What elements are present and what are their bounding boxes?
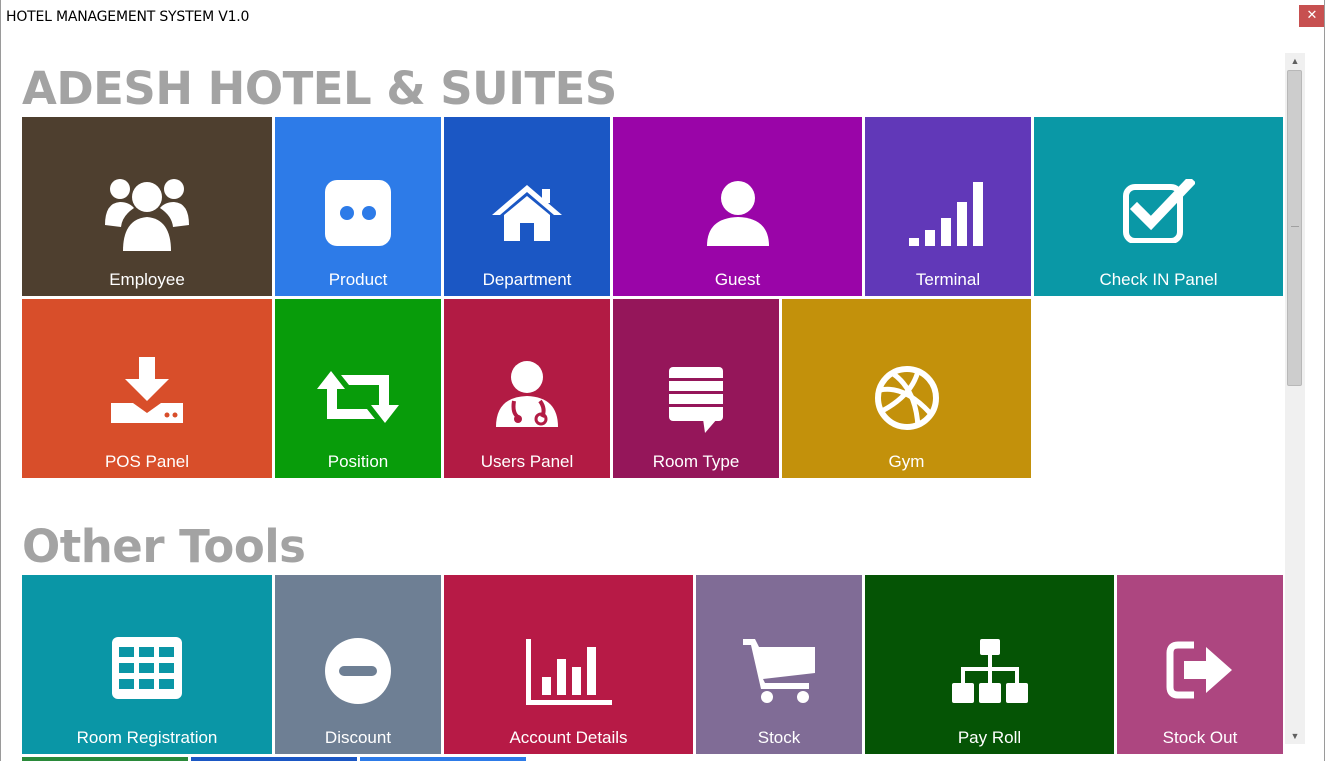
scroll-up-arrow-icon[interactable]: ▲ [1285, 53, 1305, 69]
tile-room-type-label: Room Type [652, 452, 740, 471]
signal-bars-icon [909, 182, 983, 246]
tile-room-registration[interactable]: Room Registration [22, 575, 272, 754]
tile-discount[interactable]: Discount [275, 575, 441, 754]
users-icon [105, 179, 189, 251]
tile-pos[interactable]: POS Panel [22, 299, 272, 478]
scroll-thumb[interactable] [1287, 70, 1302, 386]
tile-account-details[interactable]: Account Details [444, 575, 693, 754]
close-button[interactable]: ✕ [1299, 5, 1325, 27]
home-icon [492, 185, 562, 241]
doctor-icon [496, 361, 558, 427]
tile-room-type[interactable]: Room Type [613, 299, 779, 478]
tile-checkin[interactable]: Check IN Panel [1034, 117, 1283, 296]
window-title: HOTEL MANAGEMENT SYSTEM V1.0 [6, 9, 250, 25]
tile-product-label: Product [328, 270, 388, 289]
tile-users-panel[interactable]: Users Panel [444, 299, 610, 478]
cart-icon [743, 639, 815, 703]
tile-product[interactable]: Product [275, 117, 441, 296]
tile-account-details-label: Account Details [509, 728, 628, 747]
tile-stock-out[interactable]: Stock Out [1117, 575, 1283, 754]
tiles-panel: ADESH HOTEL & SUITES Employee Product De… [0, 34, 1285, 761]
tile-terminal[interactable]: Terminal [865, 117, 1031, 296]
minus-circle-icon [325, 638, 391, 704]
tile-stock[interactable]: Stock [696, 575, 862, 754]
tile-department[interactable]: Department [444, 117, 610, 296]
title-bar: HOTEL MANAGEMENT SYSTEM V1.0 ✕ [0, 0, 1325, 34]
tile-position[interactable]: Position [275, 299, 441, 478]
other-tools-heading: Other Tools [22, 520, 306, 573]
bar-chart-icon [525, 639, 612, 705]
tile-position-label: Position [327, 452, 389, 471]
user-icon [706, 181, 769, 246]
scroll-grip [1291, 226, 1299, 227]
tile-employee[interactable]: Employee [22, 117, 272, 296]
tile-department-label: Department [482, 270, 572, 289]
tile-discount-label: Discount [324, 728, 392, 747]
tile-gym-label: Gym [888, 452, 925, 471]
tile-terminal-label: Terminal [915, 270, 981, 289]
tile-guest[interactable]: Guest [613, 117, 862, 296]
tile-stock-out-label: Stock Out [1162, 728, 1238, 747]
retweet-icon [317, 371, 399, 423]
sitemap-icon [951, 639, 1028, 703]
tile-users-panel-label: Users Panel [480, 452, 574, 471]
scroll-down-arrow-icon[interactable]: ▼ [1285, 728, 1305, 744]
tile-gym[interactable]: Gym [782, 299, 1031, 478]
tile-partial-2[interactable] [191, 757, 357, 761]
download-icon [111, 357, 183, 423]
basketball-icon [874, 366, 939, 430]
comment-lines-icon [669, 367, 723, 433]
tile-stock-label: Stock [757, 728, 801, 747]
grid-table-icon [112, 637, 182, 699]
tile-employee-label: Employee [109, 270, 185, 289]
hotel-heading: ADESH HOTEL & SUITES [22, 62, 617, 115]
tile-guest-label: Guest [714, 270, 761, 289]
tile-pay-roll[interactable]: Pay Roll [865, 575, 1114, 754]
vertical-scrollbar[interactable]: ▲ ▼ [1285, 53, 1305, 744]
tile-pos-label: POS Panel [104, 452, 190, 471]
flickr-icon [325, 180, 391, 246]
tile-partial-1[interactable] [22, 757, 188, 761]
checkbox-icon [1122, 179, 1195, 243]
sign-out-icon [1166, 641, 1232, 699]
tile-pay-roll-label: Pay Roll [957, 728, 1022, 747]
tile-room-registration-label: Room Registration [76, 728, 218, 747]
tile-checkin-label: Check IN Panel [1099, 270, 1218, 289]
tile-partial-3[interactable] [360, 757, 526, 761]
